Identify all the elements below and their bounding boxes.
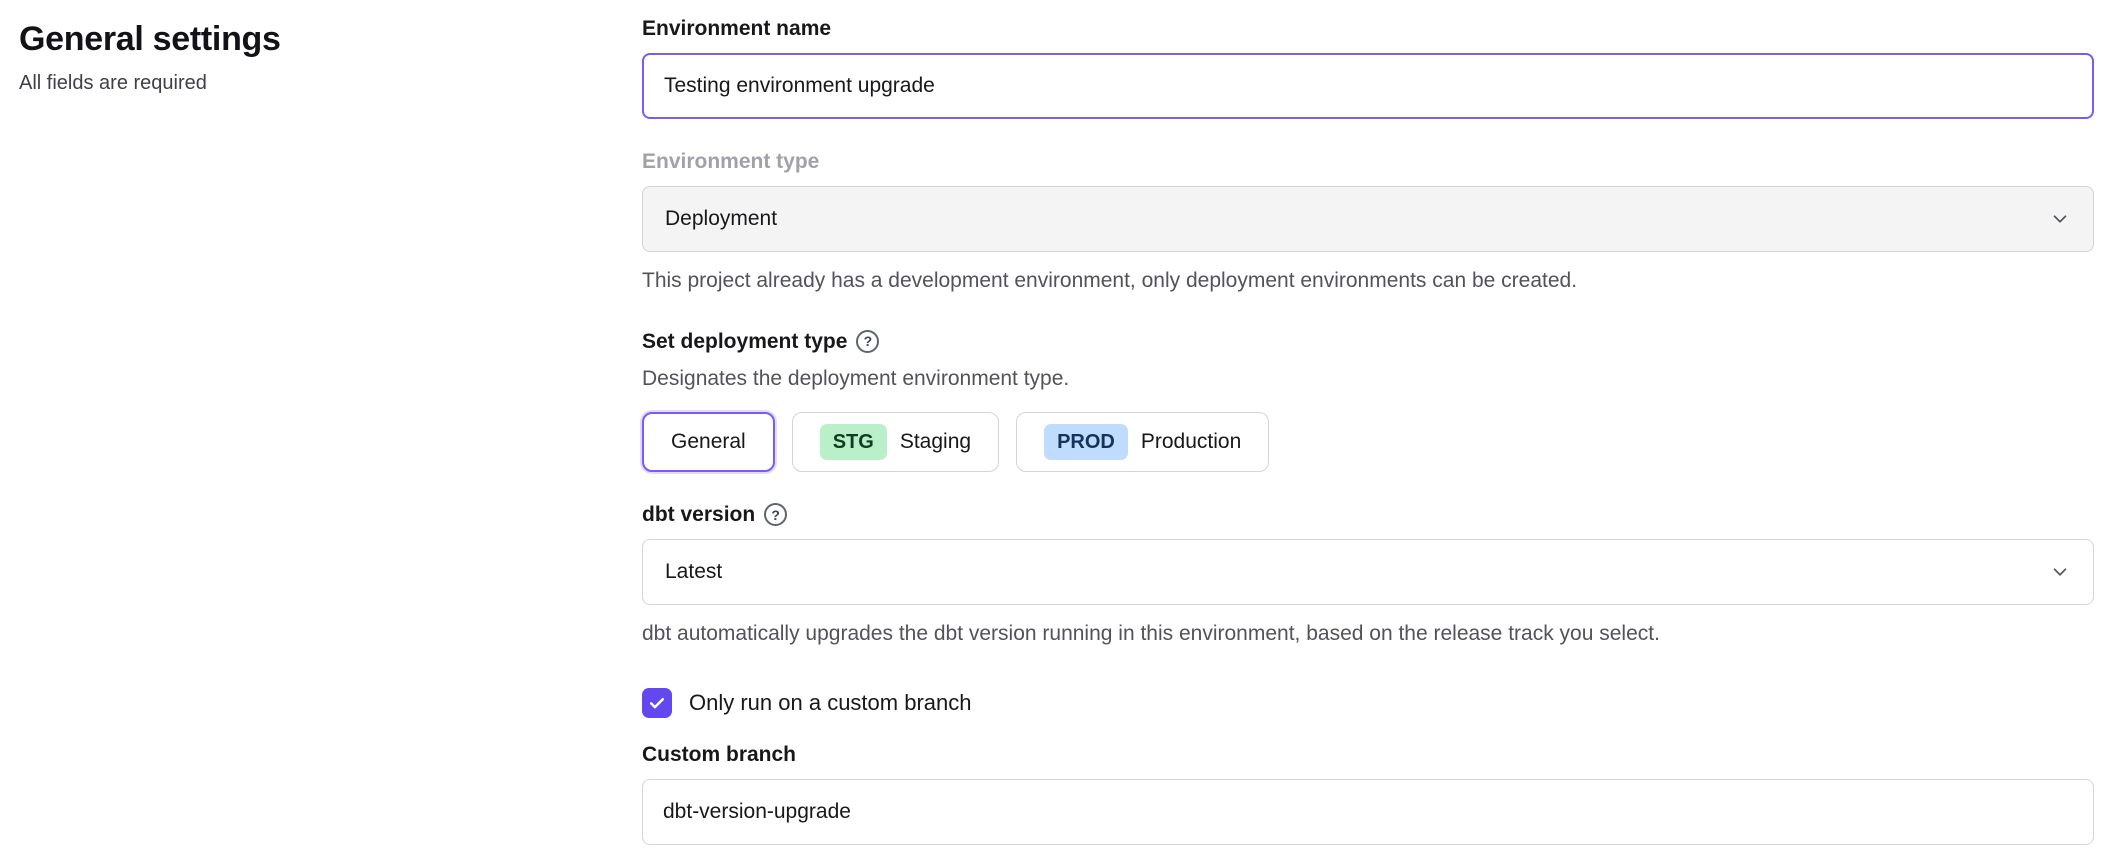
stg-badge: STG (820, 424, 887, 460)
deployment-type-production-label: Production (1141, 430, 1241, 454)
deployment-type-helper: Designates the deployment environment ty… (642, 366, 2094, 392)
custom-branch-input[interactable] (642, 779, 2094, 845)
environment-type-label: Environment type (642, 149, 2094, 174)
chevron-down-icon (2049, 208, 2071, 230)
checkmark-icon (647, 693, 667, 713)
environment-name-input[interactable] (642, 53, 2094, 119)
environment-settings-page: General settings All fields are required… (0, 0, 2116, 864)
dbt-version-helper: dbt automatically upgrades the dbt versi… (642, 621, 2094, 647)
dbt-version-select[interactable]: Latest (642, 539, 2094, 605)
custom-branch-label: Custom branch (642, 742, 2094, 767)
prod-badge: PROD (1044, 424, 1128, 460)
chevron-down-icon (2049, 561, 2071, 583)
custom-branch-toggle-label: Only run on a custom branch (689, 690, 971, 716)
environment-type-value: Deployment (665, 207, 777, 231)
deployment-type-staging-label: Staging (900, 430, 971, 454)
environment-name-label: Environment name (642, 16, 2094, 41)
dbt-version-label: dbt version (642, 502, 755, 527)
custom-branch-checkbox[interactable] (642, 688, 672, 718)
settings-header: General settings All fields are required (19, 20, 281, 95)
deployment-type-general-button[interactable]: General (642, 412, 775, 472)
deployment-type-options: General STG Staging PROD Production (642, 412, 2094, 472)
page-title: General settings (19, 20, 281, 59)
deployment-type-staging-button[interactable]: STG Staging (792, 412, 999, 472)
custom-branch-toggle-row[interactable]: Only run on a custom branch (642, 688, 2094, 718)
deployment-type-production-button[interactable]: PROD Production (1016, 412, 1269, 472)
deployment-type-label: Set deployment type (642, 329, 847, 354)
environment-type-select: Deployment (642, 186, 2094, 252)
help-icon[interactable]: ? (856, 330, 879, 353)
deployment-type-general-label: General (671, 430, 746, 454)
help-icon[interactable]: ? (764, 503, 787, 526)
dbt-version-value: Latest (665, 560, 722, 584)
environment-type-helper: This project already has a development e… (642, 268, 2094, 294)
environment-settings-form: Environment name Environment type Deploy… (642, 16, 2094, 845)
page-subtitle: All fields are required (19, 72, 281, 95)
